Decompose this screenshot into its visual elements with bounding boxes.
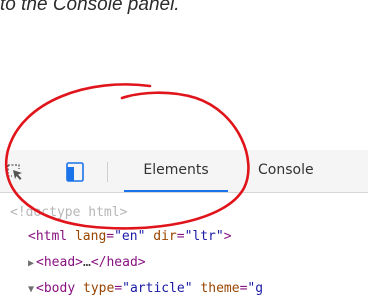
theme-attr-name: theme [200, 281, 240, 296]
type-attr-value: "article" [122, 281, 193, 296]
theme-attr-value: "g [247, 281, 264, 296]
toolbar-divider [107, 162, 108, 182]
html-open-tag: <html [28, 229, 68, 244]
type-attr-name: type [83, 281, 115, 296]
doctype-line[interactable]: <!doctype html> [10, 205, 127, 220]
lang-attr-name: lang [74, 229, 107, 244]
body-open-tag: <body [36, 281, 76, 296]
device-emulation-icon[interactable] [66, 162, 84, 182]
dom-tree-panel: <!doctype html> <html lang="en" dir="ltr… [0, 193, 368, 303]
tab-elements[interactable]: Elements [124, 150, 228, 192]
head-element-line[interactable]: ▶ <head>…</head> [28, 255, 146, 270]
dir-attr-name: dir [153, 229, 177, 244]
html-element-line[interactable]: <html lang="en" dir="ltr"> [28, 229, 232, 244]
html-close-bracket: > [223, 229, 232, 244]
collapse-arrow-icon[interactable]: ▼ [28, 284, 34, 295]
body-element-line[interactable]: ▼ <body type="article" theme="g [28, 281, 263, 296]
head-close-tag: </head> [90, 255, 146, 270]
expand-arrow-icon[interactable]: ▶ [28, 258, 34, 269]
lang-attr-value: "en" [114, 229, 146, 244]
tutorial-caption: to the Console panel. [0, 0, 180, 15]
collapsed-ellipsis: … [83, 255, 91, 270]
head-open-tag: <head> [36, 255, 83, 270]
dir-attr-value: "ltr" [184, 229, 224, 244]
tab-console[interactable]: Console [258, 150, 318, 192]
devtools-toolbar: Elements Console [0, 150, 368, 193]
inspect-element-icon[interactable] [6, 163, 24, 181]
